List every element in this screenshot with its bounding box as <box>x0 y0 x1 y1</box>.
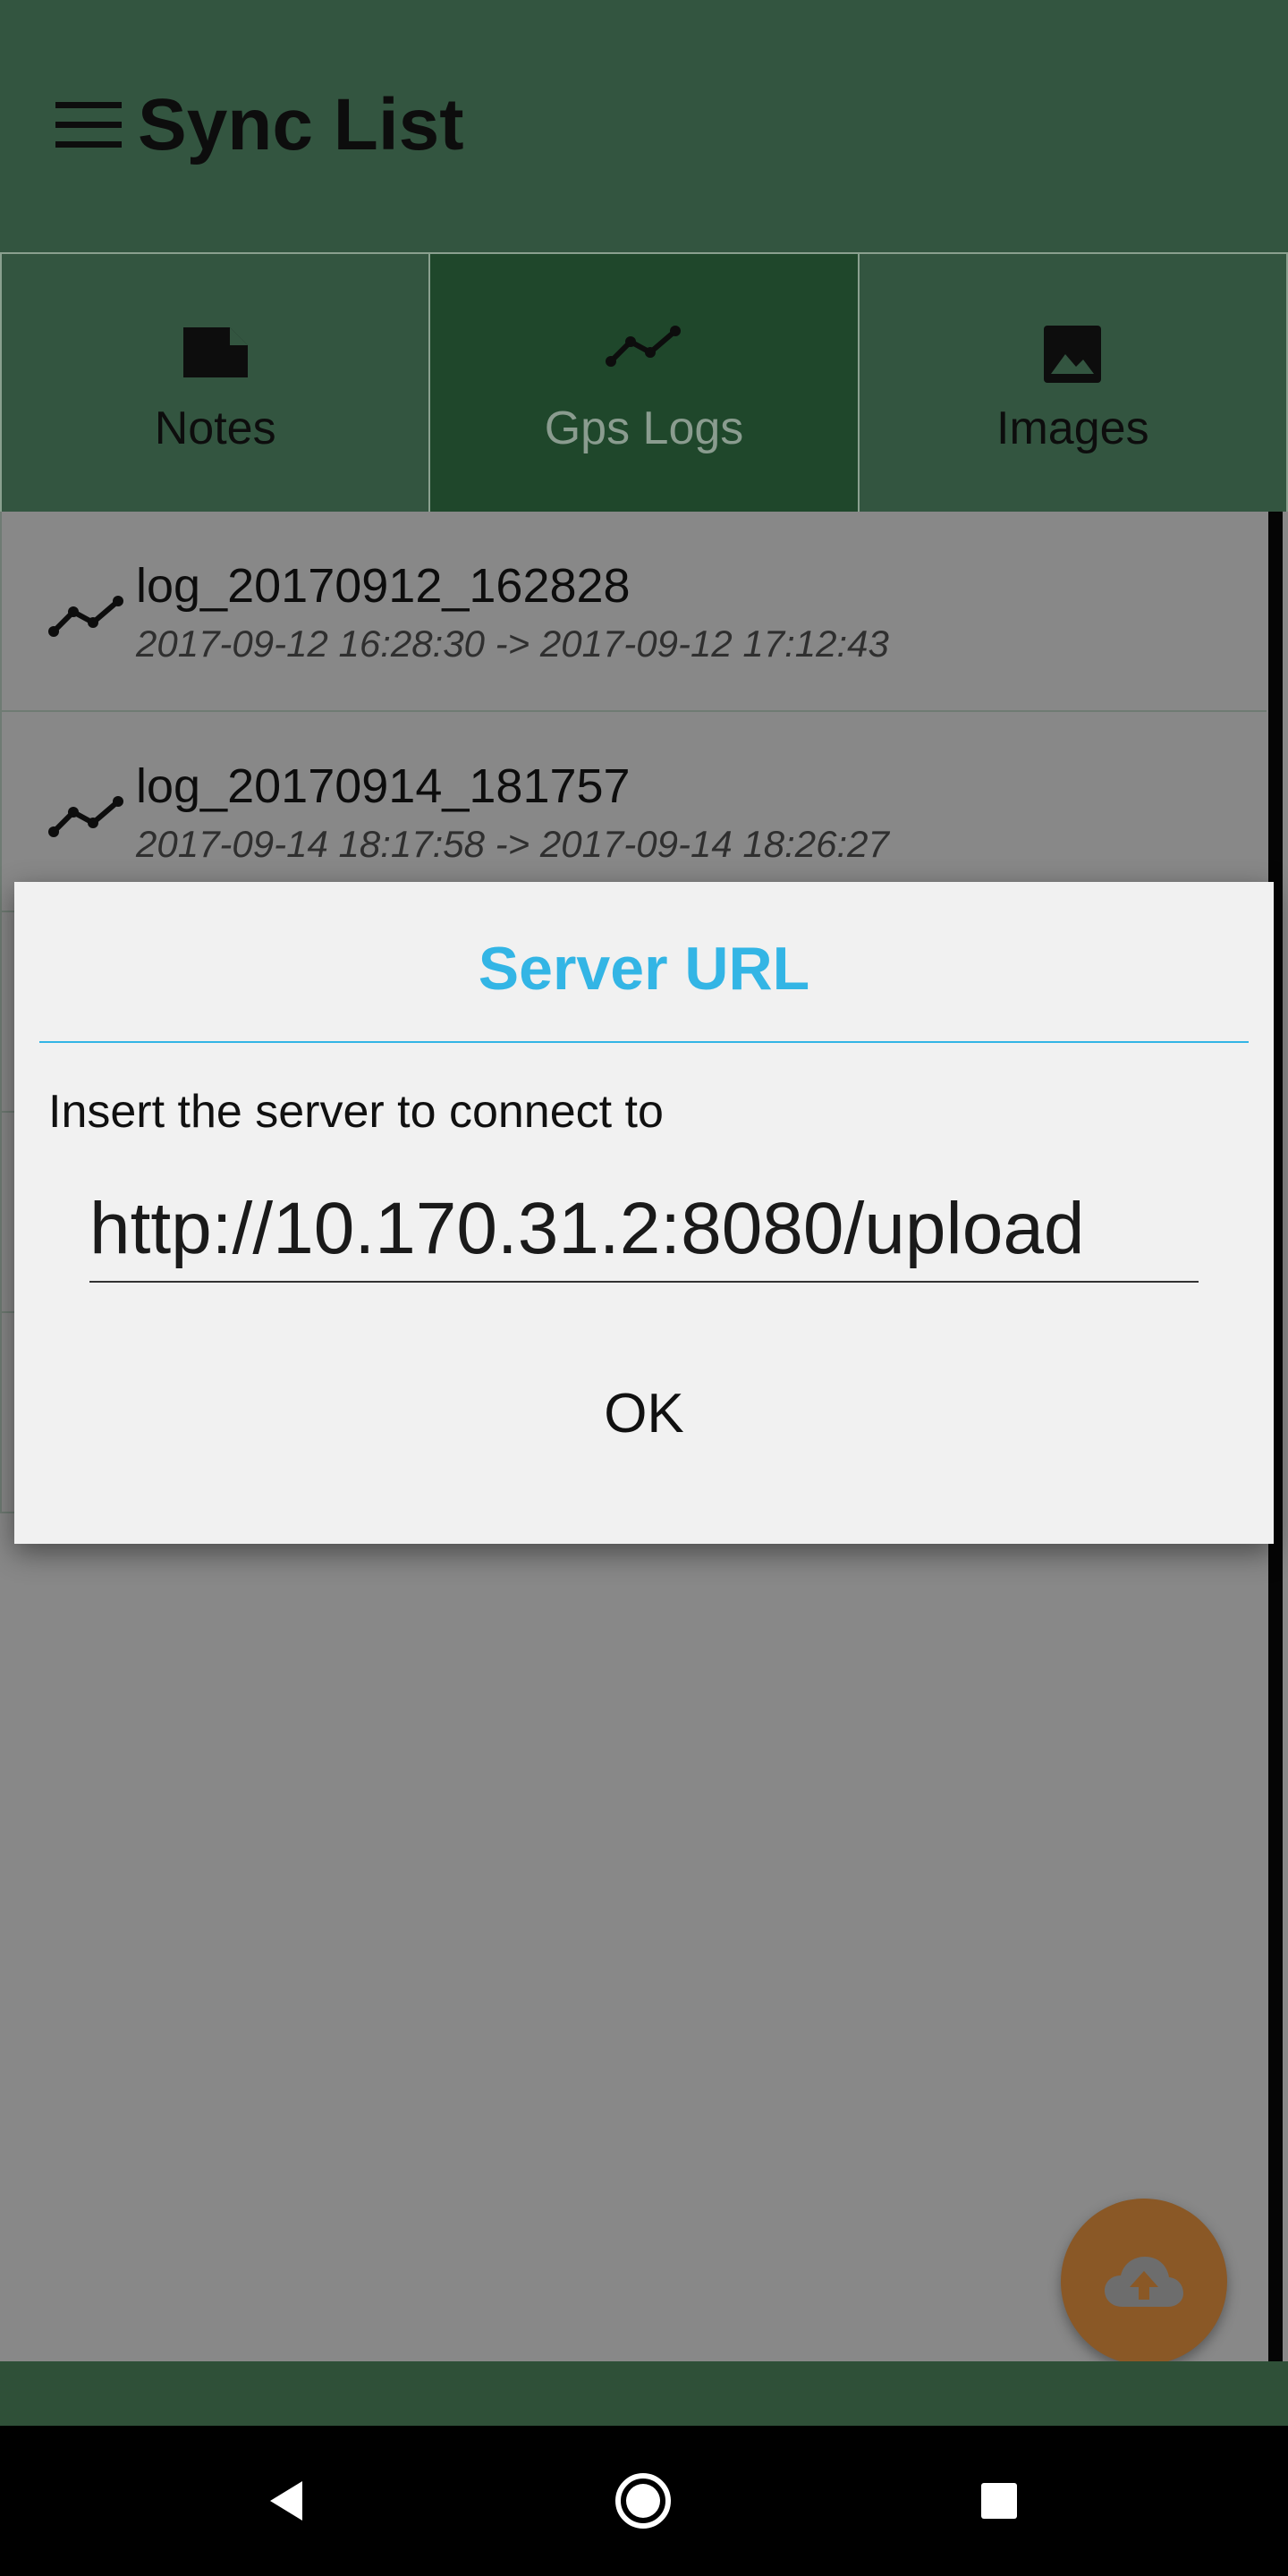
bottom-bar <box>0 2361 1288 2426</box>
image-icon <box>1044 326 1102 383</box>
tab-images[interactable]: Images <box>857 254 1288 512</box>
log-time-range: 2017-09-14 18:17:58 -> 2017-09-14 18:26:… <box>136 823 889 865</box>
note-icon <box>182 327 248 377</box>
dialog-divider <box>39 1041 1249 1043</box>
tab-notes-label: Notes <box>154 402 276 454</box>
tab-notes[interactable]: Notes <box>0 254 429 512</box>
back-icon[interactable] <box>267 2479 306 2522</box>
app-title: Sync List <box>138 84 464 165</box>
upload-fab-button[interactable] <box>1061 2199 1227 2365</box>
gps-log-icon <box>605 326 681 367</box>
tab-images-label: Images <box>996 402 1149 454</box>
server-url-input[interactable]: http://10.170.31.2:8080/upload <box>89 1184 1199 1283</box>
recents-icon[interactable] <box>979 2481 1019 2521</box>
server-url-dialog: Server URL Insert the server to connect … <box>14 882 1274 1544</box>
gps-log-icon <box>48 596 123 637</box>
tab-bar: Notes Gps Logs Images <box>0 252 1288 512</box>
app-bar: Sync List <box>0 0 1288 252</box>
dialog-message: Insert the server to connect to <box>48 1086 664 1138</box>
log-name: log_20170914_181757 <box>136 759 631 813</box>
home-icon[interactable] <box>614 2471 673 2530</box>
cloud-upload-icon <box>1105 2257 1183 2307</box>
log-name: log_20170912_162828 <box>136 559 631 613</box>
list-item[interactable]: log_20170912_162828 2017-09-12 16:28:30 … <box>0 512 1267 712</box>
ok-button[interactable]: OK <box>551 1347 737 1481</box>
log-time-range: 2017-09-12 16:28:30 -> 2017-09-12 17:12:… <box>136 623 889 665</box>
dialog-title: Server URL <box>478 935 810 1003</box>
gps-log-icon <box>48 796 123 837</box>
tab-gps-logs[interactable]: Gps Logs <box>428 254 858 512</box>
system-navigation-bar <box>0 2426 1288 2576</box>
tab-gps-logs-label: Gps Logs <box>544 402 744 454</box>
menu-icon[interactable] <box>55 102 122 148</box>
